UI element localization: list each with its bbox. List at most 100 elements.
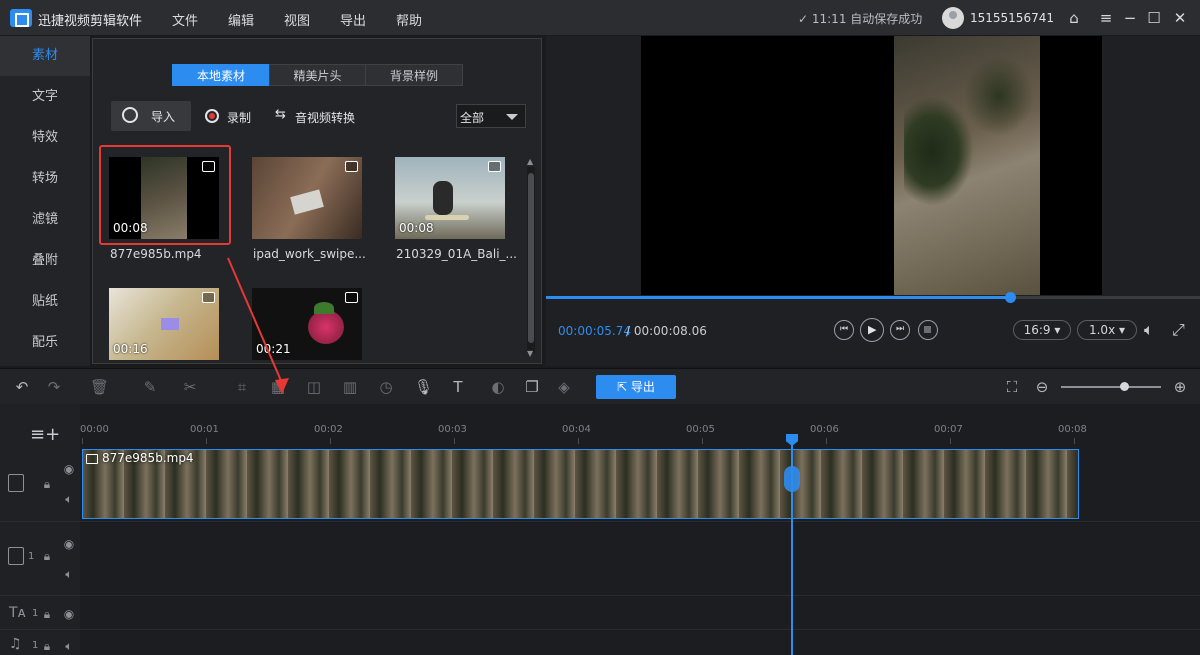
export-button[interactable]: ⇱ 导出 xyxy=(596,375,676,399)
menu-view[interactable]: 视图 xyxy=(284,10,310,29)
volume-icon[interactable]: 🔈︎ xyxy=(1144,320,1154,340)
media-thumb-bali[interactable]: 00:08 xyxy=(395,157,505,239)
fullscreen-icon[interactable]: ⤢ xyxy=(1172,320,1185,340)
menu-export[interactable]: 导出 xyxy=(340,10,366,29)
menu-edit[interactable]: 编辑 xyxy=(228,10,254,29)
split-handle-icon[interactable] xyxy=(784,466,800,492)
audio-icon[interactable]: 🔈︎ xyxy=(62,639,76,653)
audio-icon[interactable]: 🔈︎ xyxy=(62,492,76,506)
menu-help[interactable]: 帮助 xyxy=(396,10,422,29)
stop-icon[interactable] xyxy=(918,320,938,340)
freeze-icon[interactable]: ◫ xyxy=(306,379,322,395)
sidebar-item-effects[interactable]: 特效 xyxy=(0,118,90,158)
user-id[interactable]: 15155156741 xyxy=(970,11,1054,25)
scroll-up-icon[interactable]: ▲ xyxy=(527,157,533,166)
prev-frame-icon[interactable]: ⏮ xyxy=(834,320,854,340)
ruler-label: 00:05 xyxy=(686,424,715,435)
ruler-label: 00:01 xyxy=(190,424,219,435)
minimize-icon[interactable]: − xyxy=(1120,8,1140,28)
aspect-ratio-value: 16:9 xyxy=(1023,323,1051,337)
import-label: 导入 xyxy=(151,110,176,124)
next-frame-icon[interactable]: ⏭ xyxy=(890,320,910,340)
audio-icon[interactable]: 🔈︎ xyxy=(62,567,76,581)
clip-name-text: 877e985b.mp4 xyxy=(102,451,194,465)
menu-file[interactable]: 文件 xyxy=(172,10,198,29)
video-clip[interactable] xyxy=(82,449,1079,519)
lock-icon[interactable]: 🔒︎ xyxy=(40,639,54,653)
ruler-label: 00:08 xyxy=(1058,424,1087,435)
pip-track-lane[interactable] xyxy=(80,523,1200,596)
user-avatar-icon[interactable] xyxy=(942,7,964,29)
lock-icon[interactable]: 🔒︎ xyxy=(40,607,54,621)
media-thumb-5[interactable]: 00:21 xyxy=(252,288,362,360)
play-icon[interactable]: ▶ xyxy=(860,318,884,342)
visibility-icon[interactable]: ◉ xyxy=(62,537,76,551)
home-icon[interactable]: ⌂ xyxy=(1064,8,1084,28)
export-label: 导出 xyxy=(630,380,655,394)
import-button[interactable]: 导入 xyxy=(111,101,191,131)
ruler-label: 00:00 xyxy=(80,424,109,435)
undo-icon[interactable]: ↶ xyxy=(14,379,30,395)
zoom-slider[interactable] xyxy=(1061,386,1161,388)
aspect-ratio-select[interactable]: 16:9 ▾ xyxy=(1013,320,1071,340)
ruler-label: 00:04 xyxy=(562,424,591,435)
edit-icon[interactable]: ✎ xyxy=(142,379,158,395)
text-track-lane[interactable] xyxy=(80,597,1200,630)
fit-timeline-icon[interactable]: ⛶ xyxy=(1004,379,1020,395)
maximize-icon[interactable]: ☐ xyxy=(1144,8,1164,28)
menu-icon[interactable]: ≡ xyxy=(1096,8,1116,28)
sidebar-item-material[interactable]: 素材 xyxy=(0,36,90,76)
record-icon[interactable] xyxy=(205,109,219,123)
duration-icon[interactable]: ◷ xyxy=(378,379,394,395)
mosaic-icon[interactable]: ▦ xyxy=(270,379,286,395)
sidebar-item-text[interactable]: 文字 xyxy=(0,77,90,117)
visibility-icon[interactable]: ◉ xyxy=(62,462,76,476)
image-badge-icon xyxy=(345,161,358,172)
speech-to-text-icon[interactable]: ◐ xyxy=(490,379,506,395)
sidebar-item-overlay[interactable]: 叠附 xyxy=(0,241,90,281)
microphone-icon[interactable]: 🎙︎ xyxy=(414,379,433,395)
marker-icon[interactable]: ◈ xyxy=(556,379,572,395)
total-time: / 00:00:08.06 xyxy=(626,324,707,338)
add-track-icon[interactable]: ≡+ xyxy=(30,424,60,445)
sidebar-item-transitions[interactable]: 转场 xyxy=(0,159,90,199)
tab-local-media[interactable]: 本地素材 xyxy=(172,64,270,86)
scroll-down-icon[interactable]: ▼ xyxy=(527,349,533,358)
thumb-name: ipad_work_swipe... xyxy=(253,247,366,261)
ruler-label: 00:07 xyxy=(934,424,963,435)
library-scrollbar-thumb[interactable] xyxy=(528,173,534,343)
crop-icon[interactable]: ⌗ xyxy=(234,379,250,395)
tab-intros[interactable]: 精美片头 xyxy=(269,64,366,86)
redo-icon[interactable]: ↷ xyxy=(46,379,62,395)
preview-progress-knob[interactable] xyxy=(1005,292,1016,303)
close-icon[interactable]: ✕ xyxy=(1170,8,1190,28)
sidebar-item-filters[interactable]: 滤镜 xyxy=(0,200,90,240)
music-track-lane[interactable] xyxy=(80,631,1200,655)
lock-icon[interactable]: 🔒︎ xyxy=(40,477,54,491)
layers-icon[interactable]: ❐ xyxy=(524,379,540,395)
sidebar-item-stickers[interactable]: 贴纸 xyxy=(0,282,90,322)
convert-button[interactable]: 音视频转换 xyxy=(295,109,355,126)
tab-backgrounds[interactable]: 背景样例 xyxy=(365,64,463,86)
zoom-out-icon[interactable]: ⊖ xyxy=(1034,379,1050,395)
media-thumb-877e985b[interactable]: 00:08 xyxy=(109,157,219,239)
audio-eq-icon[interactable]: ▥ xyxy=(342,379,358,395)
text-to-speech-icon[interactable]: T xyxy=(450,379,466,395)
lock-icon[interactable]: 🔒︎ xyxy=(40,549,54,563)
clip-name: 877e985b.mp4 xyxy=(86,451,194,465)
film-icon xyxy=(8,474,24,492)
delete-icon[interactable]: 🗑︎ xyxy=(90,379,109,395)
clip-video-icon xyxy=(86,453,98,464)
media-thumb-4[interactable]: 00:16 xyxy=(109,288,219,360)
sidebar-item-music[interactable]: 配乐 xyxy=(0,323,90,363)
media-thumb-ipad[interactable] xyxy=(252,157,362,239)
timeline-ruler[interactable]: 00:00 00:01 00:02 00:03 00:04 00:05 00:0… xyxy=(80,404,1200,444)
record-button[interactable]: 录制 xyxy=(227,109,251,126)
filter-select[interactable]: 全部 xyxy=(456,104,526,128)
speed-select[interactable]: 1.0x ▾ xyxy=(1077,320,1137,340)
autosave-status: ✓ 11:11 自动保存成功 xyxy=(798,12,923,26)
cut-icon[interactable]: ✂ xyxy=(182,379,198,395)
zoom-in-icon[interactable]: ⊕ xyxy=(1172,379,1188,395)
zoom-slider-knob[interactable] xyxy=(1120,382,1129,391)
visibility-icon[interactable]: ◉ xyxy=(62,607,76,621)
